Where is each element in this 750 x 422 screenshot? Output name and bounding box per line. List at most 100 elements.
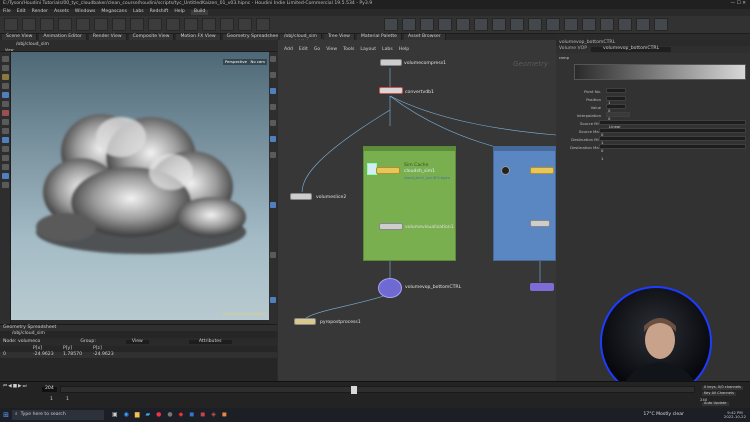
camera-tool-icon[interactable] <box>2 137 9 143</box>
shelf-tool-button[interactable] <box>456 18 470 31</box>
menu-edit[interactable]: Edit <box>17 10 26 15</box>
display-options-icon[interactable] <box>2 173 9 179</box>
weather-widget[interactable]: 17°C Mostly clear <box>643 412 684 418</box>
menu-redshift[interactable]: Redshift <box>150 10 169 15</box>
step-back-button[interactable]: ◀ <box>8 384 12 392</box>
network-editor[interactable]: Add Edit Go View Tools Layout Labs Help … <box>278 40 556 381</box>
explorer-icon[interactable]: ▆ <box>135 412 140 418</box>
shelf-tool-button[interactable] <box>166 18 180 31</box>
pose-tool-icon[interactable] <box>2 101 9 107</box>
menu-render[interactable]: Render <box>32 10 48 15</box>
display-icon[interactable] <box>270 297 276 303</box>
node-pyropostprocess1[interactable] <box>294 318 316 325</box>
brush-tool-icon[interactable] <box>2 110 9 116</box>
viewport-path[interactable]: /obj/cloud_sim <box>16 42 49 48</box>
shelf-tool-button[interactable] <box>582 18 596 31</box>
select-tool-icon[interactable] <box>2 56 9 62</box>
node-volumevisualization1[interactable] <box>379 223 403 230</box>
value-field[interactable]: 0 <box>606 104 626 120</box>
play-back-button[interactable]: ⏮ <box>3 384 7 392</box>
taskbar-search-box[interactable]: ⌕ Type here to search <box>12 410 104 420</box>
view-dropdown[interactable]: View <box>125 339 149 345</box>
shelf-tool-button[interactable] <box>402 18 416 31</box>
display-icon[interactable] <box>270 252 276 258</box>
shelf-tool-button[interactable] <box>492 18 506 31</box>
shelf-tool-button[interactable] <box>564 18 578 31</box>
shelf-tool-button[interactable] <box>238 18 252 31</box>
menu-assets[interactable]: Assets <box>54 10 69 15</box>
shelf-tool-button[interactable] <box>618 18 632 31</box>
tab-geometry-spreadsheet-bottom[interactable]: Geometry Spreadsheet <box>3 325 56 331</box>
menu-windows[interactable]: Windows <box>75 10 96 15</box>
node-simcache[interactable] <box>376 167 400 174</box>
app-icon[interactable]: ● <box>167 412 172 418</box>
shelf-tool-button[interactable] <box>40 18 54 31</box>
table-row[interactable]: 0 -24.9623 1.78570 -24.9623 <box>0 352 277 358</box>
play-button[interactable]: ▶ <box>18 384 22 392</box>
store-icon[interactable]: ▰ <box>146 412 151 418</box>
app-icon[interactable]: ● <box>156 412 161 418</box>
app-icon[interactable]: ◼ <box>189 412 194 418</box>
node-volumevop-bottomctrl[interactable] <box>378 278 402 298</box>
app-icon[interactable]: ◼ <box>200 412 205 418</box>
view-tool-icon[interactable] <box>2 119 9 125</box>
stop-button[interactable]: ■ <box>13 384 17 392</box>
shelf-tool-button[interactable] <box>420 18 434 31</box>
start-frame-field[interactable]: 1 <box>66 397 69 403</box>
scale-tool-icon[interactable] <box>2 83 9 89</box>
shelf-tool-button[interactable] <box>474 18 488 31</box>
shelf-tool-button[interactable] <box>22 18 36 31</box>
cam-menu[interactable]: No cam <box>248 59 267 65</box>
attributes-dropdown[interactable]: Attributes <box>188 339 232 345</box>
display-icon[interactable] <box>270 136 276 142</box>
menu-megascans[interactable]: Megascans <box>101 10 127 15</box>
scene-viewport[interactable]: Perspective No cam Non-Commercial Editio… <box>11 52 269 320</box>
shelf-tool-button[interactable] <box>202 18 216 31</box>
edge-icon[interactable]: ◉ <box>124 412 129 418</box>
shelf-tool-button[interactable] <box>438 18 452 31</box>
menu-labs[interactable]: Labs <box>133 10 144 15</box>
shelf-tool-button[interactable] <box>600 18 614 31</box>
node-render-vop[interactable] <box>530 283 554 291</box>
shelf-tool-button[interactable] <box>112 18 126 31</box>
handle-tool-icon[interactable] <box>2 92 9 98</box>
display-icon[interactable] <box>270 72 276 78</box>
camera-label[interactable]: Perspective <box>223 59 249 65</box>
light-tool-icon[interactable] <box>2 146 9 152</box>
shelf-tool-button[interactable] <box>384 18 398 31</box>
window-controls[interactable]: — ☐ ✕ <box>731 1 746 7</box>
menu-help[interactable]: Help <box>174 10 184 15</box>
snap-tool-icon[interactable] <box>2 128 9 134</box>
shelf-tool-button[interactable] <box>130 18 144 31</box>
shelf-tool-button[interactable] <box>220 18 234 31</box>
node-render-cache[interactable] <box>530 167 554 174</box>
param-node-name[interactable]: volumevop_bottomCTRL <box>591 47 672 52</box>
destination-min-field[interactable]: 0 <box>599 136 746 152</box>
ramp-widget[interactable] <box>574 64 746 80</box>
display-icon[interactable] <box>270 88 276 94</box>
spreadsheet-path[interactable]: /obj/cloud_sim <box>12 332 45 337</box>
play-forward-button[interactable]: ⏭ <box>23 384 27 392</box>
source-min-field[interactable]: 0 <box>599 120 746 136</box>
render-network-box[interactable] <box>493 146 556 261</box>
destination-max-field[interactable]: 1 <box>599 144 746 160</box>
position-field[interactable]: 0 <box>606 96 626 112</box>
shelf-tool-button[interactable] <box>256 18 270 31</box>
shelf-tool-button[interactable] <box>546 18 560 31</box>
move-tool-icon[interactable] <box>2 65 9 71</box>
auto-update-toggle[interactable]: Auto Update <box>702 401 729 406</box>
node-volumeslice2[interactable] <box>290 193 312 200</box>
windows-start-icon[interactable]: ⊞ <box>0 411 12 419</box>
display-icon[interactable] <box>270 120 276 126</box>
desktop-selector[interactable]: Build <box>190 10 209 15</box>
key-all-channels-button[interactable]: Key All Channels <box>702 391 736 396</box>
node-convertvdb1[interactable] <box>379 87 403 94</box>
houdini-icon[interactable]: ◼ <box>222 412 227 418</box>
shelf-tool-button[interactable] <box>636 18 650 31</box>
shelf-tool-button[interactable] <box>94 18 108 31</box>
rotate-tool-icon[interactable] <box>2 74 9 80</box>
render-region-icon[interactable] <box>2 164 9 170</box>
node-volumecompress1[interactable] <box>380 59 402 66</box>
shelf-tool-button[interactable] <box>654 18 668 31</box>
menu-file[interactable]: File <box>3 10 11 15</box>
